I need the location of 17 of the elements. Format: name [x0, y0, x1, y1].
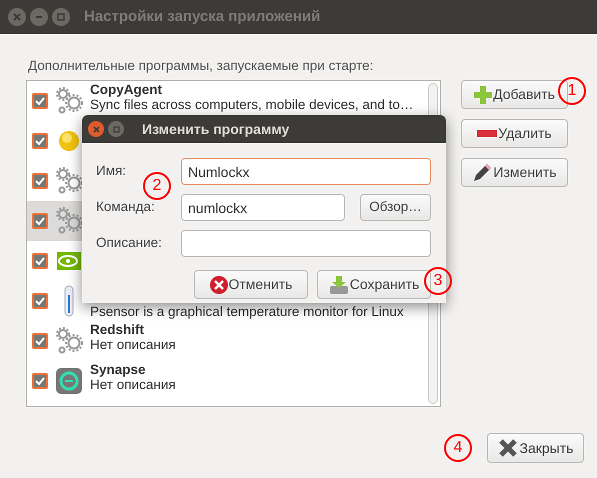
program-description: Нет описания	[90, 377, 176, 392]
window-title: Настройки запуска приложений	[84, 6, 320, 27]
step-marker: 3	[424, 267, 452, 295]
field-label: Описание:	[96, 234, 163, 252]
step-marker: 4	[444, 434, 472, 462]
program-description: Sync files across computers, mobile devices, and to…	[90, 97, 414, 112]
step-marker: 2	[143, 172, 171, 200]
program-description: Нет описания	[90, 337, 176, 352]
program-name: CopyAgent	[90, 82, 163, 97]
step-marker: 1	[558, 77, 586, 105]
list-label: Дополнительные программы, запускаемые при старте:	[27, 57, 374, 75]
dialog-title: Изменить программу	[142, 120, 290, 139]
program-name: Redshift	[90, 322, 145, 337]
field-label: Имя:	[96, 162, 128, 180]
field-label: Команда:	[96, 198, 156, 216]
program-name: Synapse	[90, 362, 147, 377]
program-description: Psensor is a graphical temperature monitor for Linux	[90, 304, 404, 319]
